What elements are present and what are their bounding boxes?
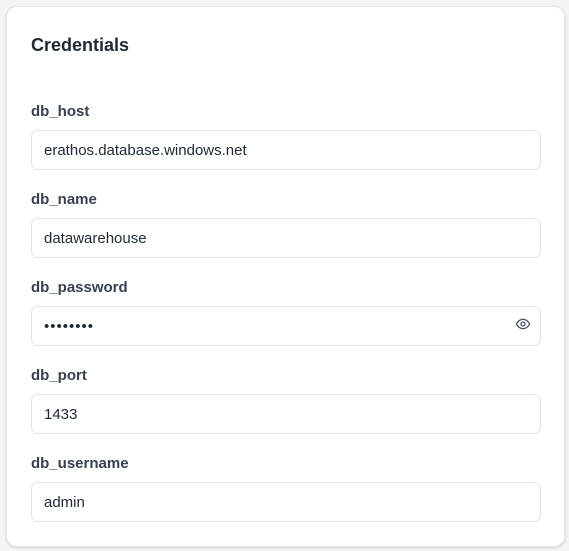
db-host-input[interactable]: [31, 130, 541, 170]
db-password-label: db_password: [31, 279, 128, 296]
credentials-card: Credentials db_host db_name db_password …: [6, 6, 565, 547]
eye-icon: [515, 316, 531, 337]
db-host-label: db_host: [31, 103, 90, 120]
db-port-label: db_port: [31, 367, 87, 384]
db-name-input[interactable]: [31, 218, 541, 258]
db-username-input[interactable]: [31, 482, 541, 522]
db-name-label: db_name: [31, 191, 97, 208]
db-port-input[interactable]: [31, 394, 541, 434]
db-password-input[interactable]: [31, 306, 541, 346]
card-title: Credentials: [31, 35, 130, 55]
db-username-label: db_username: [31, 455, 129, 472]
show-password-toggle[interactable]: [512, 315, 534, 337]
